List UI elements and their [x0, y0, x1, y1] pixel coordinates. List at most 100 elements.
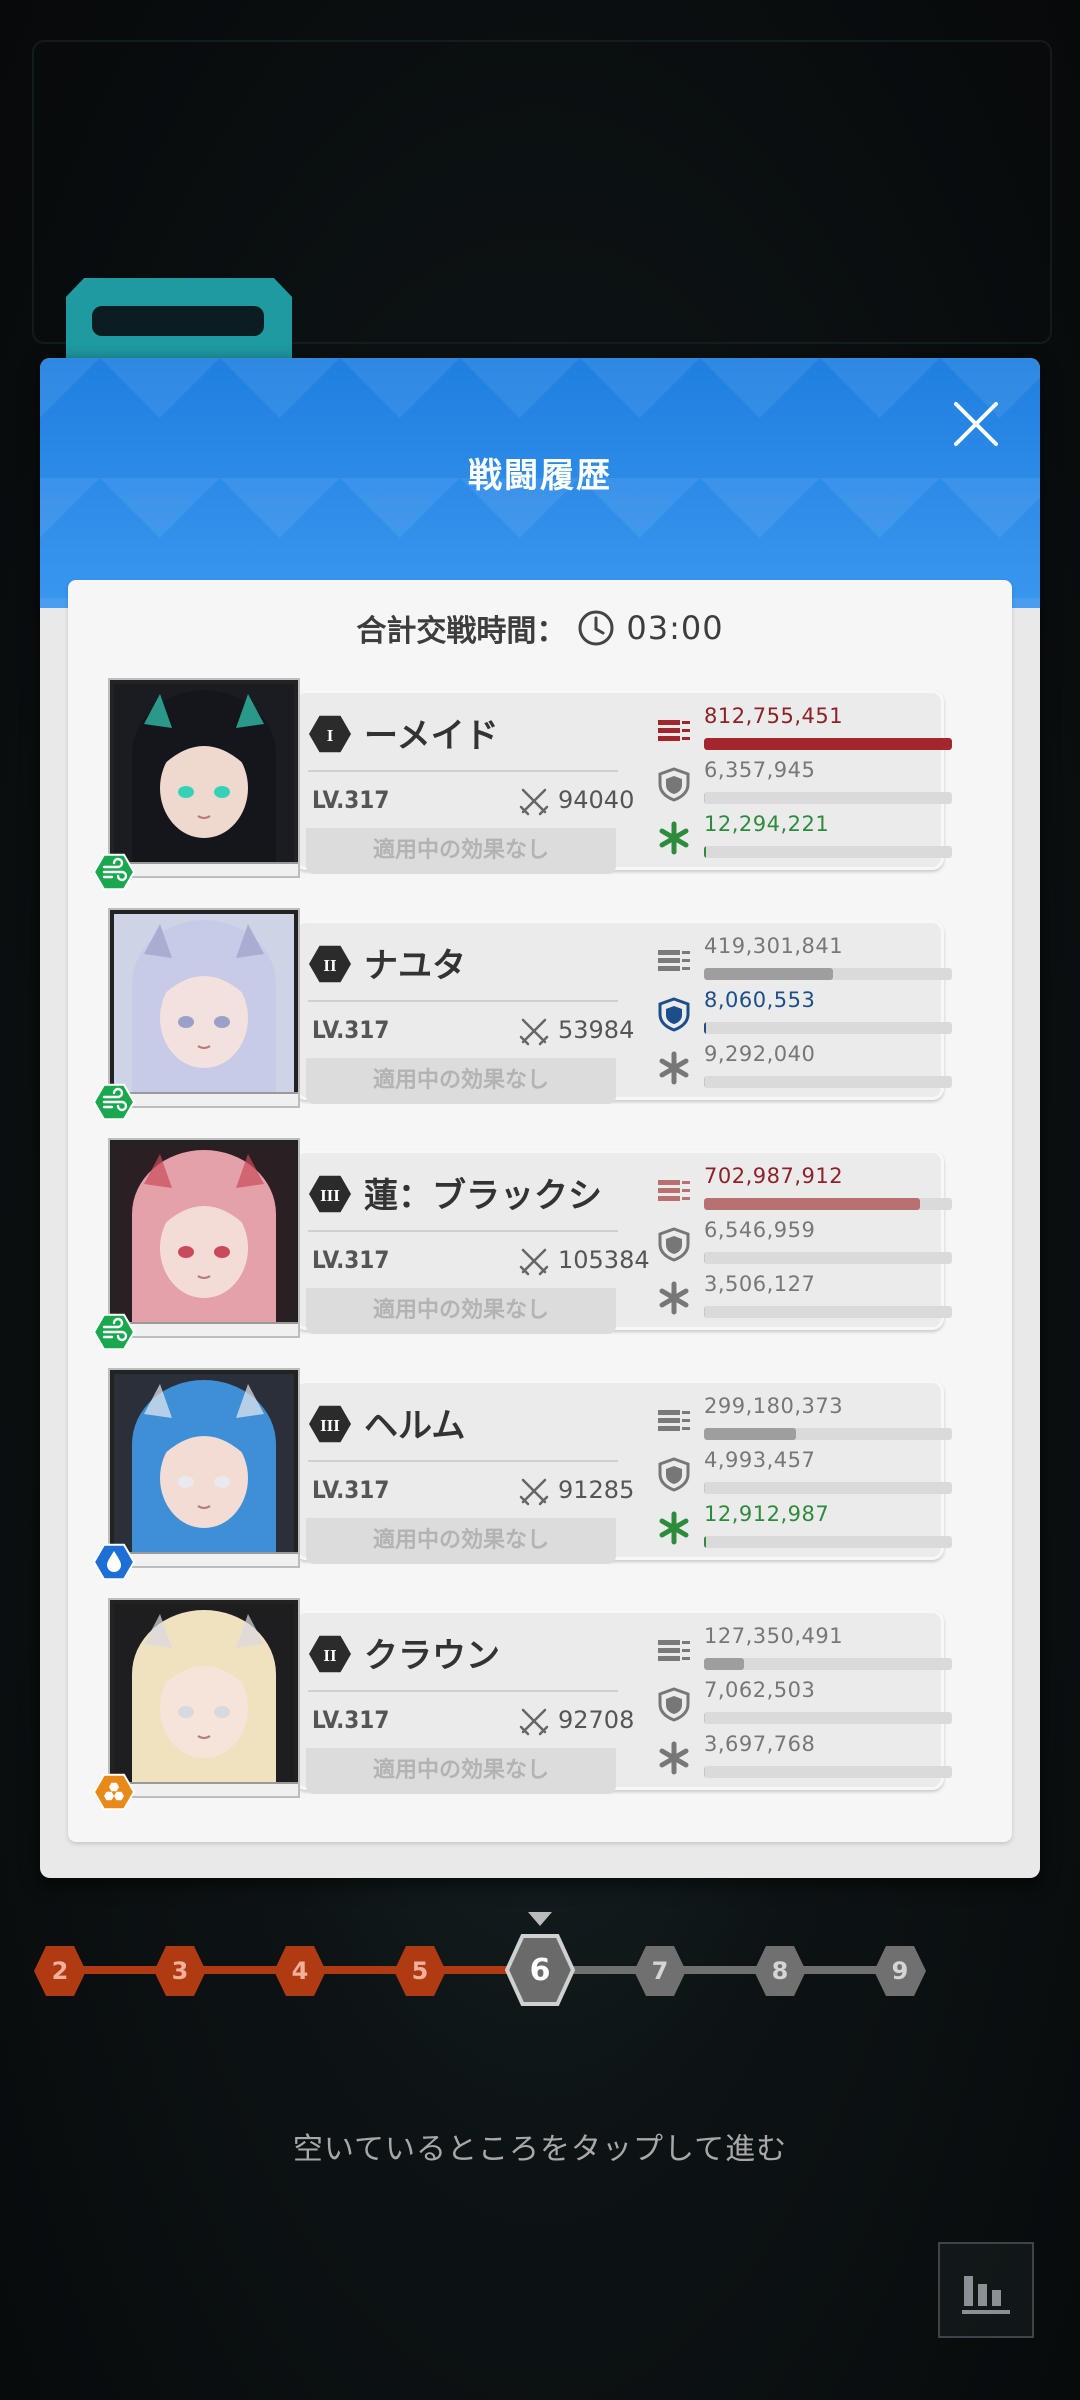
modal-header: 戦闘履歴: [40, 358, 1040, 608]
stage-node[interactable]: 6: [505, 1934, 575, 2006]
stage-node[interactable]: 8: [752, 1944, 808, 1998]
stage-node[interactable]: 2: [32, 1944, 88, 1998]
close-icon[interactable]: [948, 396, 1004, 452]
defense-bar-fill: [704, 792, 706, 804]
defense-bar-fill: [704, 1022, 707, 1034]
stage-node[interactable]: 3: [152, 1944, 208, 1998]
burst-rank-label: II: [323, 1646, 337, 1665]
active-effect-status: 適用中の効果なし: [306, 1058, 616, 1104]
bar-chart-icon: [962, 2276, 1010, 2314]
heal-value: 12,294,221: [704, 812, 830, 836]
burst-rank-icon: III: [309, 1405, 351, 1443]
damage-bar-fill: [704, 738, 952, 750]
stats-button[interactable]: [938, 2242, 1034, 2338]
stage-node[interactable]: 7: [632, 1944, 688, 1998]
damage-bar: [704, 1658, 952, 1670]
heal-value: 12,912,987: [704, 1502, 830, 1526]
heal-value: 9,292,040: [704, 1042, 816, 1066]
defense-stat: 6,357,945: [656, 758, 956, 810]
active-effect-status: 適用中の効果なし: [306, 828, 616, 874]
character-row[interactable]: II ナユタ LV.317 53984 適用中の効果なし 419,301,841 8,060…: [92, 908, 1008, 1121]
defense-stat: 6,546,959: [656, 1218, 956, 1270]
defense-bar-fill: [704, 1712, 706, 1724]
damage-bar-fill: [704, 968, 833, 980]
heal-bar-fill: [704, 1766, 706, 1778]
defense-bar-fill: [704, 1252, 706, 1264]
stage-node[interactable]: 5: [392, 1944, 448, 1998]
stage-number: 6: [529, 1952, 551, 1988]
heal-bar: [704, 1766, 952, 1778]
burst-rank-label: III: [320, 1186, 340, 1205]
damage-stat: 812,755,451: [656, 704, 956, 756]
battle-history-modal: 戦闘履歴 合計交戦時間： 03:00 I ーメイド LV.317 94040 適用中の効…: [40, 358, 1040, 1878]
stage-node[interactable]: 9: [872, 1944, 928, 1998]
heal-bar: [704, 846, 952, 858]
defense-bar: [704, 1022, 952, 1034]
wind-element-icon: [92, 853, 136, 891]
heal-value: 3,506,127: [704, 1272, 816, 1296]
stage-number: 9: [891, 1957, 909, 1985]
damage-bar: [704, 968, 952, 980]
character-row[interactable]: I ーメイド LV.317 94040 適用中の効果なし 812,755,451 6,357…: [92, 678, 1008, 891]
defense-bar: [704, 1482, 952, 1494]
stage-node[interactable]: 4: [272, 1944, 328, 1998]
stage-number: 4: [291, 1957, 309, 1985]
combat-power-value: 105384: [558, 1246, 650, 1274]
character-row[interactable]: II クラウン LV.317 92708 適用中の効果なし 127,350,491 7,06…: [92, 1598, 1008, 1811]
modal-title: 戦闘履歴: [468, 456, 612, 496]
heal-bar-fill: [704, 1076, 706, 1088]
character-name: クラウン: [364, 1636, 500, 1676]
burst-rank-icon: II: [309, 945, 351, 983]
damage-stat: 419,301,841: [656, 934, 956, 986]
total-label: 合計交戦時間：: [356, 614, 567, 649]
character-row[interactable]: III ヘルム LV.317 91285 適用中の効果なし 299,180,373 4,99…: [92, 1368, 1008, 1581]
water-element-icon: [92, 1543, 136, 1581]
character-row[interactable]: III 蓮：ブラックシ LV.317 105384 適用中の効果なし 702,987,91…: [92, 1138, 1008, 1351]
crossed-swords-icon: [519, 1478, 549, 1506]
divider: [308, 1000, 618, 1002]
damage-value: 127,350,491: [704, 1624, 844, 1648]
divider: [308, 1460, 618, 1462]
heal-bar: [704, 1076, 952, 1088]
combat-power-value: 91285: [558, 1476, 635, 1504]
iron-element-icon: [92, 1773, 136, 1811]
character-level: LV.317: [312, 786, 390, 814]
crossed-swords-icon: [519, 788, 549, 816]
character-name: ーメイド: [364, 716, 499, 756]
total-battle-time: 合計交戦時間： 03:00: [68, 600, 1012, 656]
defense-value: 7,062,503: [704, 1678, 816, 1702]
results-panel: 合計交戦時間： 03:00 I ーメイド LV.317 94040 適用中の効果なし 81…: [68, 580, 1012, 1842]
burst-rank-icon: I: [309, 715, 351, 753]
current-stage-arrow-icon: [528, 1912, 552, 1926]
defense-stat: 8,060,553: [656, 988, 956, 1040]
defense-stat: 7,062,503: [656, 1678, 956, 1730]
defense-value: 6,546,959: [704, 1218, 816, 1242]
damage-bar: [704, 1198, 952, 1210]
character-portrait: [108, 1368, 300, 1568]
heal-stat: 9,292,040: [656, 1042, 956, 1094]
heal-stat: 12,294,221: [656, 812, 956, 864]
crossed-swords-icon: [519, 1708, 549, 1736]
heal-bar: [704, 1306, 952, 1318]
defense-value: 4,993,457: [704, 1448, 816, 1472]
character-name: ナユタ: [364, 946, 466, 986]
tap-to-continue-hint: 空いているところをタップして進む: [292, 2132, 788, 2167]
active-effect-status: 適用中の効果なし: [306, 1748, 616, 1794]
divider: [308, 1230, 618, 1232]
defense-stat: 4,993,457: [656, 1448, 956, 1500]
damage-value: 419,301,841: [704, 934, 844, 958]
clock-icon: [578, 610, 614, 646]
stage-number: 5: [411, 1957, 429, 1985]
character-name: 蓮：ブラックシ: [364, 1176, 602, 1216]
heal-value: 3,697,768: [704, 1732, 816, 1756]
burst-rank-icon: III: [309, 1175, 351, 1213]
active-effect-status: 適用中の効果なし: [306, 1518, 616, 1564]
damage-value: 702,987,912: [704, 1164, 844, 1188]
character-portrait: [108, 1598, 300, 1798]
stage-number: 7: [651, 1957, 669, 1985]
total-time: 03:00: [626, 609, 724, 647]
burst-rank-label: I: [327, 726, 334, 745]
damage-value: 812,755,451: [704, 704, 844, 728]
wind-element-icon: [92, 1083, 136, 1121]
stage-number: 2: [51, 1957, 69, 1985]
